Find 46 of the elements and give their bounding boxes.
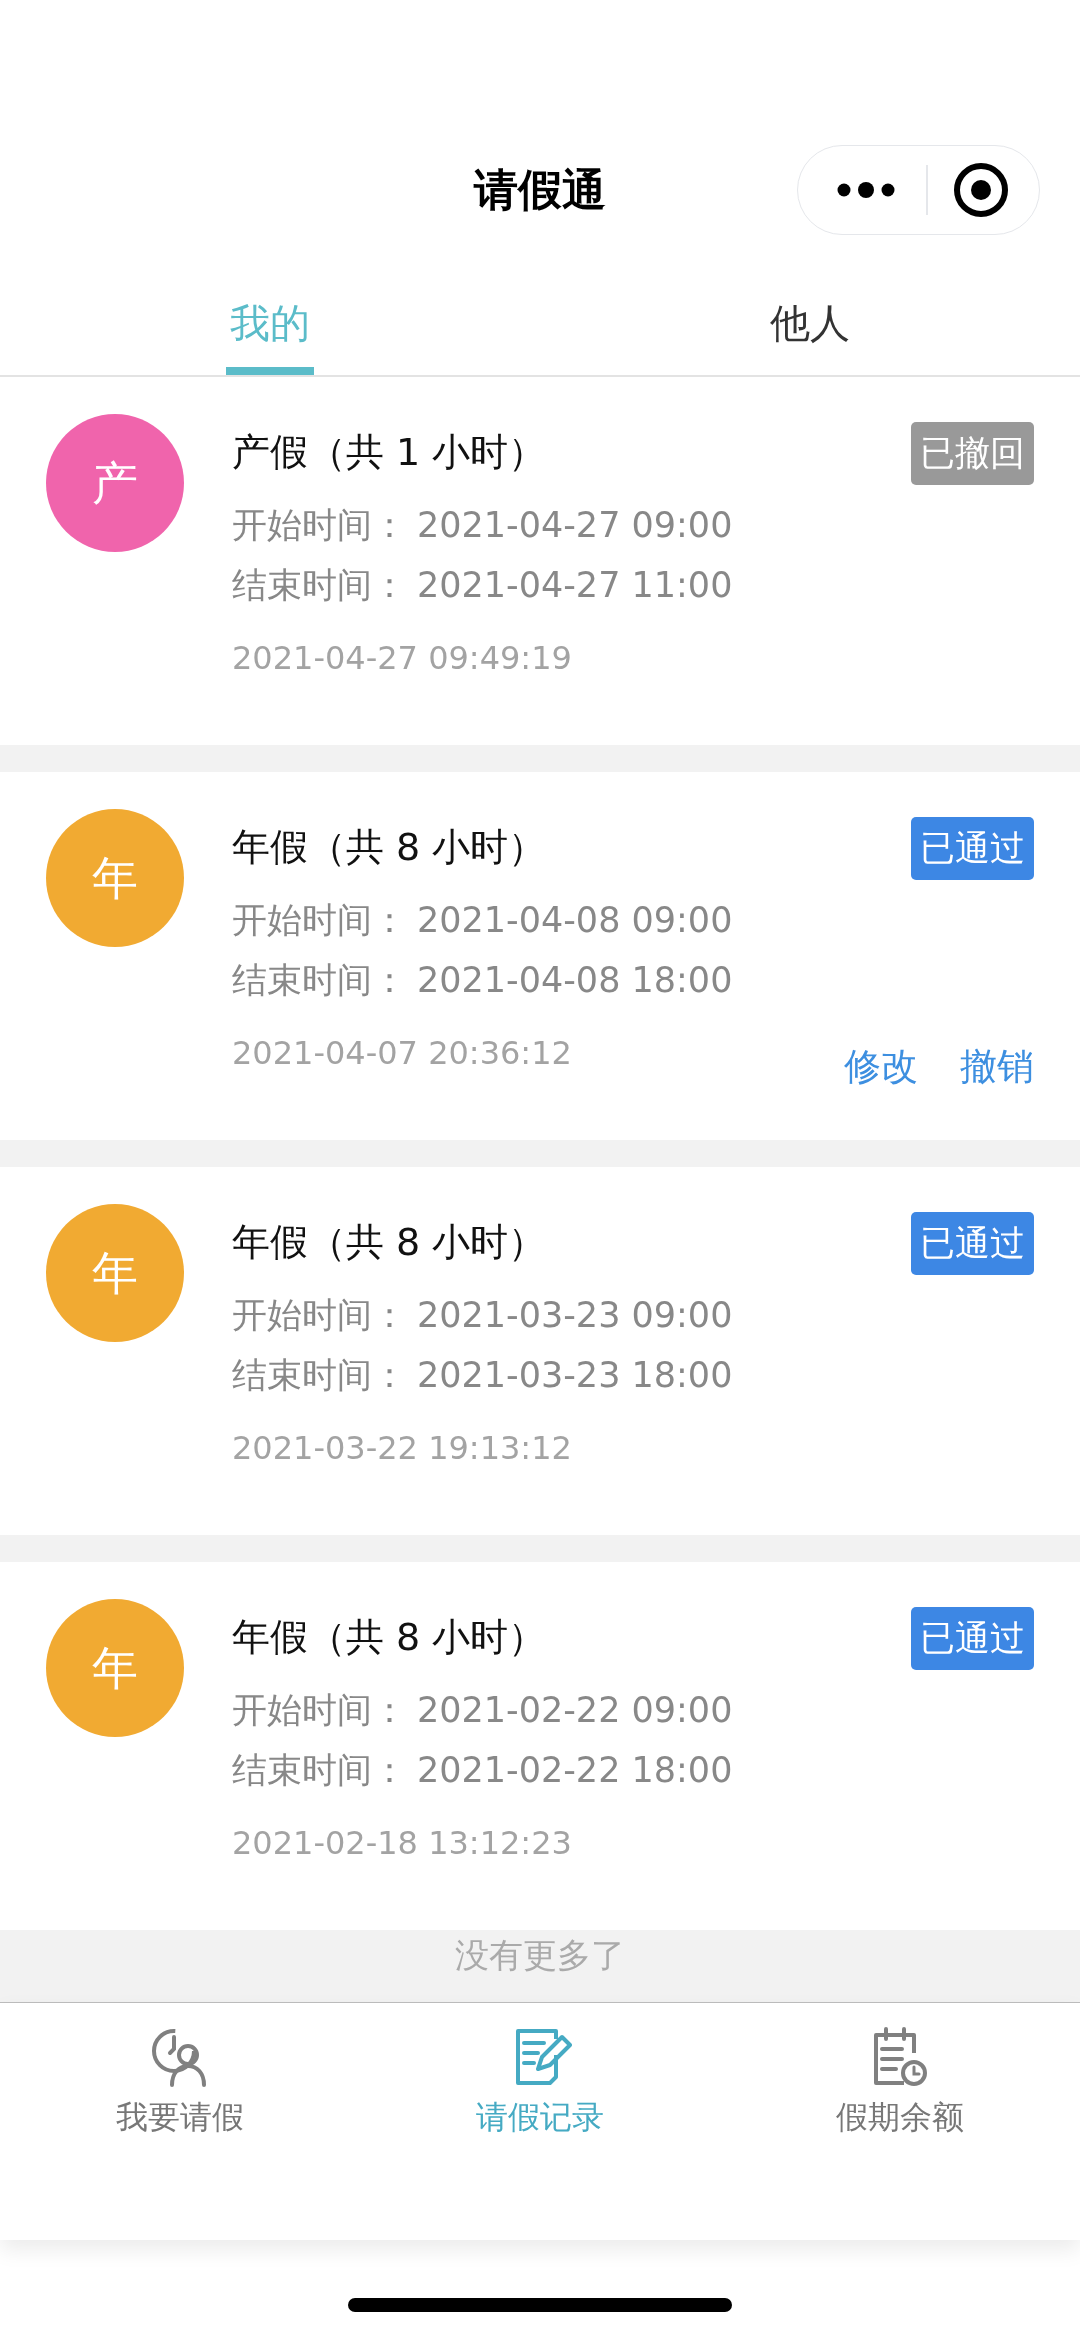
field-label: 结束时间：	[232, 959, 407, 1002]
field-label: 结束时间：	[232, 564, 407, 607]
status-badge: 已撤回	[911, 422, 1034, 485]
field-label: 开始时间：	[232, 1689, 407, 1732]
submit-time: 2021-04-07 20:36:12	[232, 1033, 573, 1074]
submit-time: 2021-03-22 19:13:12	[232, 1428, 573, 1469]
leave-title: 年假（共 8 小时）	[232, 824, 548, 871]
end-time: 2021-03-23 18:00	[417, 1354, 733, 1397]
nav-item[interactable]: 我要请假	[116, 2003, 244, 2163]
start-time: 2021-04-27 09:00	[417, 504, 733, 547]
submit-time: 2021-04-27 09:49:19	[232, 638, 573, 679]
field-label: 开始时间：	[232, 1294, 407, 1337]
page-title: 请假通	[474, 163, 606, 217]
nav-item[interactable]: 请假记录	[476, 2003, 604, 2163]
status-badge: 已通过	[911, 817, 1034, 880]
leave-title: 年假（共 8 小时）	[232, 1219, 548, 1266]
more-icon[interactable]	[836, 182, 896, 198]
action-link[interactable]: 修改	[844, 1044, 918, 1090]
leave-card[interactable]: 产 产假（共 1 小时） 开始时间： 2021-04-27 09:00 结束时间： 2021-04-27 11:00 2021-04-27 09:49:19 已撤回	[0, 377, 1080, 745]
target-icon[interactable]	[953, 162, 1009, 218]
submit-time: 2021-02-18 13:12:23	[232, 1823, 573, 1864]
status-badge: 已通过	[911, 1212, 1034, 1275]
action-link[interactable]: 撤销	[960, 1044, 1034, 1090]
avatar: 年	[46, 809, 184, 947]
avatar: 年	[46, 1204, 184, 1342]
end-time: 2021-02-22 18:00	[417, 1749, 733, 1792]
tab[interactable]: 他人	[766, 250, 854, 375]
start-time: 2021-02-22 09:00	[417, 1689, 733, 1732]
avatar: 产	[46, 414, 184, 552]
leave-title: 年假（共 8 小时）	[232, 1614, 548, 1661]
end-time: 2021-04-08 18:00	[417, 959, 733, 1002]
leave-card[interactable]: 年 年假（共 8 小时） 开始时间： 2021-04-08 09:00 结束时间： 2021-04-08 18:00 2021-04-07 20:36:12 已通过 修改 撤销	[0, 772, 1080, 1140]
field-label: 开始时间：	[232, 504, 407, 547]
end-note: 没有更多了	[455, 1935, 625, 1975]
field-label: 结束时间：	[232, 1749, 407, 1792]
status-badge: 已通过	[911, 1607, 1034, 1670]
field-label: 结束时间：	[232, 1354, 407, 1397]
start-time: 2021-03-23 09:00	[417, 1294, 733, 1337]
nav-item[interactable]: 假期余额	[836, 2003, 964, 2163]
end-time: 2021-04-27 11:00	[417, 564, 733, 607]
avatar: 年	[46, 1599, 184, 1737]
leave-card[interactable]: 年 年假（共 8 小时） 开始时间： 2021-03-23 09:00 结束时间： 2021-03-23 18:00 2021-03-22 19:13:12 已通过	[0, 1167, 1080, 1535]
leave-card[interactable]: 年 年假（共 8 小时） 开始时间： 2021-02-22 09:00 结束时间： 2021-02-22 18:00 2021-02-18 13:12:23 已通过	[0, 1562, 1080, 1930]
field-label: 开始时间：	[232, 899, 407, 942]
leave-title: 产假（共 1 小时）	[232, 429, 548, 476]
start-time: 2021-04-08 09:00	[417, 899, 733, 942]
